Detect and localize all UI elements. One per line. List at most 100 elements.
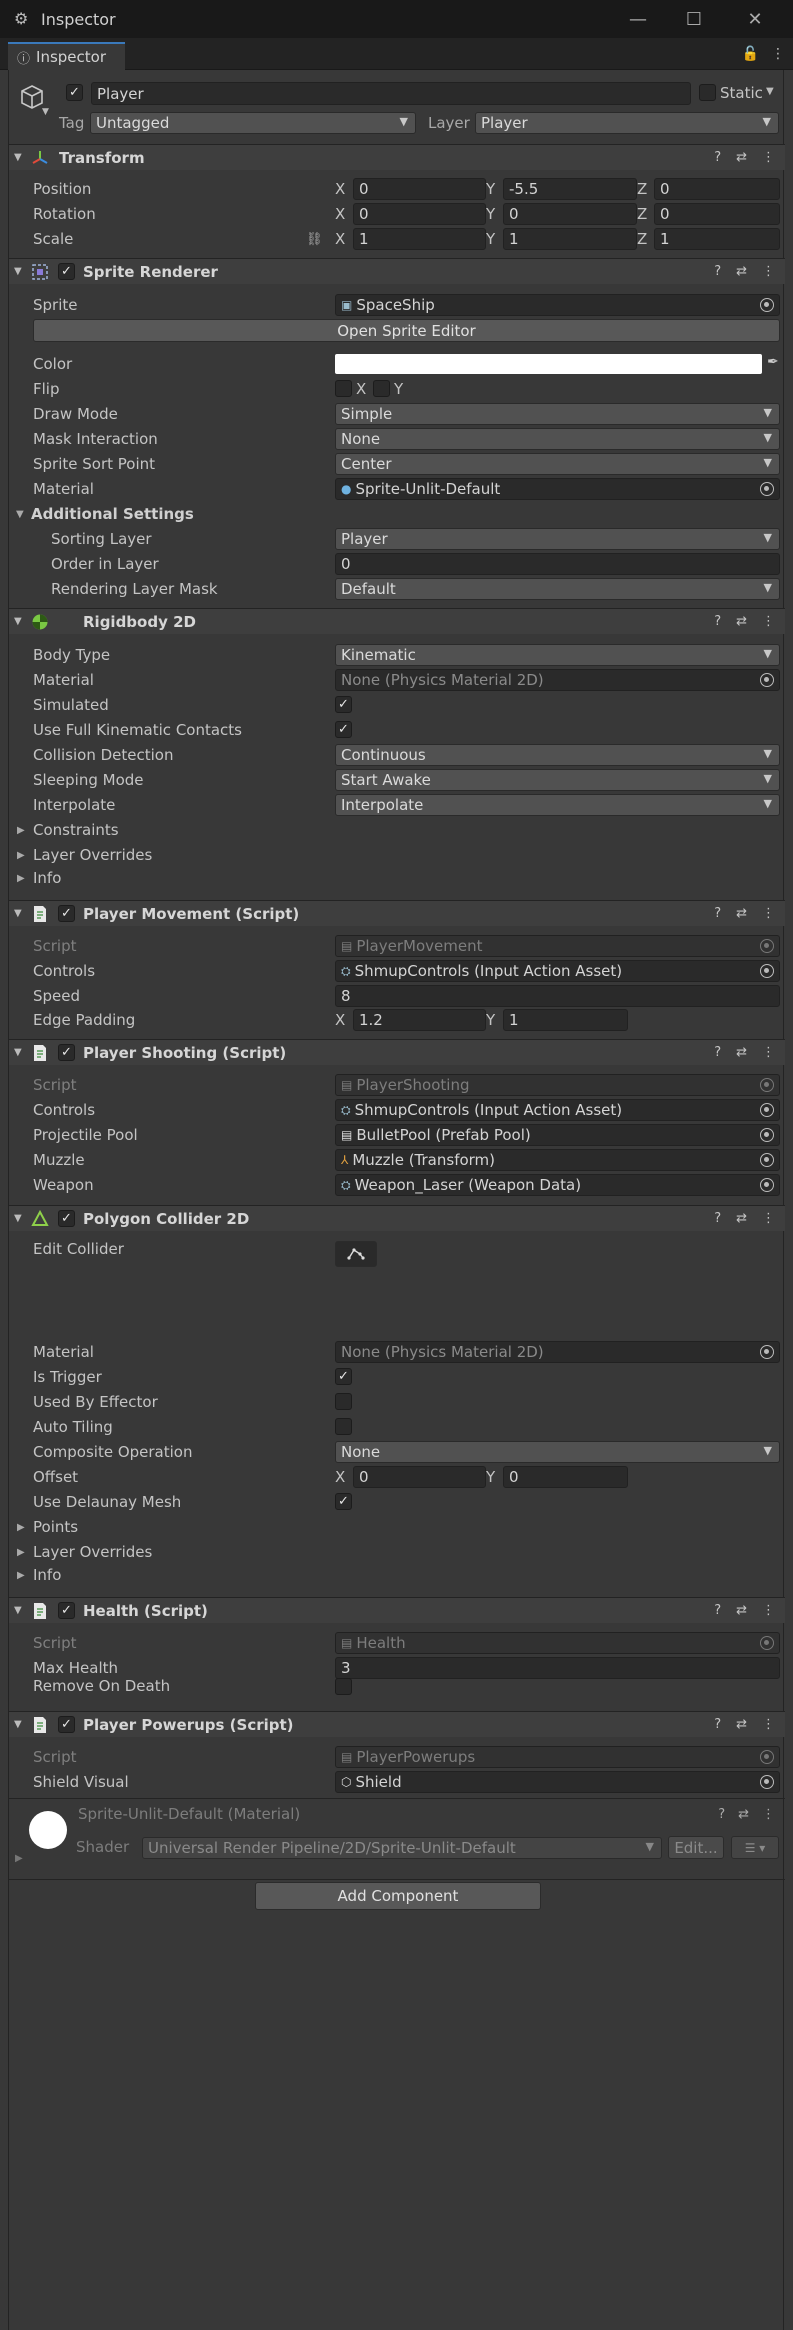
is-trigger-checkbox[interactable]: ✓ bbox=[335, 1368, 352, 1385]
layer-dropdown[interactable]: Player ▼ bbox=[475, 112, 779, 134]
foldout-right-icon[interactable]: ▶ bbox=[17, 825, 25, 836]
presets-icon[interactable]: ⇄ bbox=[738, 1807, 749, 1822]
delaunay-checkbox[interactable]: ✓ bbox=[335, 1493, 352, 1510]
presets-icon[interactable]: ⇄ bbox=[736, 1045, 747, 1060]
foldout-down-icon[interactable]: ▼ bbox=[14, 266, 22, 277]
kebab-menu-icon[interactable]: ⋮ bbox=[762, 150, 775, 165]
help-icon[interactable]: ? bbox=[714, 264, 721, 279]
pc-material-field[interactable]: None (Physics Material 2D) bbox=[335, 1341, 780, 1363]
edge-padding-y-field[interactable]: 1 bbox=[503, 1009, 628, 1031]
close-button[interactable]: ✕ bbox=[727, 0, 783, 38]
minimize-button[interactable]: — bbox=[610, 0, 666, 38]
player-powerups-header[interactable]: ▼ ✓ Player Powerups (Script) ? ⇄ ⋮ bbox=[9, 1711, 785, 1737]
pm-controls-field[interactable]: ⛭ ShmupControls (Input Action Asset) bbox=[335, 960, 780, 982]
axis-z-label[interactable]: Z bbox=[637, 180, 647, 198]
help-icon[interactable]: ? bbox=[714, 1045, 721, 1060]
axis-z-label[interactable]: Z bbox=[637, 230, 647, 248]
gameobject-icon-dropdown[interactable]: ▼ bbox=[42, 107, 49, 117]
axis-y-label[interactable]: Y bbox=[486, 1468, 495, 1486]
collision-detection-dropdown[interactable]: Continuous ▼ bbox=[335, 744, 780, 766]
kebab-menu-icon[interactable]: ⋮ bbox=[762, 1045, 775, 1060]
material-object-field[interactable]: ● Sprite-Unlit-Default bbox=[335, 478, 780, 500]
gameobject-active-checkbox[interactable]: ✓ bbox=[66, 84, 83, 101]
position-x-field[interactable]: 0 bbox=[353, 178, 486, 200]
position-y-field[interactable]: -5.5 bbox=[503, 178, 637, 200]
object-picker-icon[interactable] bbox=[760, 1345, 774, 1359]
object-picker-icon[interactable] bbox=[760, 1128, 774, 1142]
rotation-z-field[interactable]: 0 bbox=[654, 203, 780, 225]
presets-icon[interactable]: ⇄ bbox=[736, 614, 747, 629]
mask-interaction-dropdown[interactable]: None ▼ bbox=[335, 428, 780, 450]
color-swatch[interactable] bbox=[335, 354, 762, 374]
player-powerups-enabled-checkbox[interactable]: ✓ bbox=[58, 1716, 75, 1733]
kebab-menu-icon[interactable]: ⋮ bbox=[762, 906, 775, 921]
foldout-right-icon[interactable]: ▶ bbox=[17, 850, 25, 861]
axis-y-label[interactable]: Y bbox=[486, 180, 495, 198]
constraints-label[interactable]: Constraints bbox=[33, 821, 119, 839]
rb-info-label[interactable]: Info bbox=[33, 869, 61, 887]
foldout-down-icon[interactable]: ▼ bbox=[14, 1719, 22, 1730]
object-picker-icon[interactable] bbox=[760, 298, 774, 312]
ps-script-field[interactable]: ▤ PlayerShooting bbox=[335, 1074, 780, 1096]
rotation-y-field[interactable]: 0 bbox=[503, 203, 637, 225]
foldout-down-icon[interactable]: ▼ bbox=[14, 1213, 22, 1224]
axis-x-label[interactable]: X bbox=[335, 180, 345, 198]
help-icon[interactable]: ? bbox=[714, 614, 721, 629]
object-picker-icon[interactable] bbox=[760, 1636, 774, 1650]
points-row[interactable]: ▶ Points bbox=[9, 1515, 785, 1539]
offset-x-field[interactable]: 0 bbox=[353, 1466, 486, 1488]
scale-z-field[interactable]: 1 bbox=[654, 228, 780, 250]
object-picker-icon[interactable] bbox=[760, 1775, 774, 1789]
presets-icon[interactable]: ⇄ bbox=[736, 1717, 747, 1732]
muzzle-field[interactable]: ⅄ Muzzle (Transform) bbox=[335, 1149, 780, 1171]
help-icon[interactable]: ? bbox=[714, 1717, 721, 1732]
ps-controls-field[interactable]: ⛭ ShmupControls (Input Action Asset) bbox=[335, 1099, 780, 1121]
help-icon[interactable]: ? bbox=[714, 150, 721, 165]
shield-visual-field[interactable]: ⬡ Shield bbox=[335, 1771, 780, 1793]
gameobject-name-field[interactable]: Player bbox=[91, 82, 691, 105]
foldout-down-icon[interactable]: ▼ bbox=[14, 908, 22, 919]
foldout-down-icon[interactable]: ▼ bbox=[14, 616, 22, 627]
position-z-field[interactable]: 0 bbox=[654, 178, 780, 200]
body-type-dropdown[interactable]: Kinematic ▼ bbox=[335, 644, 780, 666]
health-header[interactable]: ▼ ✓ Health (Script) ? ⇄ ⋮ bbox=[9, 1597, 785, 1623]
foldout-right-icon[interactable]: ▶ bbox=[17, 873, 25, 884]
rb-material-field[interactable]: None (Physics Material 2D) bbox=[335, 669, 780, 691]
eyedropper-icon[interactable]: ✒ bbox=[767, 354, 779, 370]
flip-x-checkbox[interactable] bbox=[335, 380, 352, 397]
pp-script-field[interactable]: ▤ PlayerPowerups bbox=[335, 1746, 780, 1768]
polygon-collider-header[interactable]: ▼ ✓ Polygon Collider 2D ? ⇄ ⋮ bbox=[9, 1205, 785, 1231]
axis-y-label[interactable]: Y bbox=[486, 230, 495, 248]
edge-padding-x-field[interactable]: 1.2 bbox=[353, 1009, 486, 1031]
foldout-right-icon[interactable]: ▶ bbox=[17, 1547, 25, 1558]
foldout-right-icon[interactable]: ▶ bbox=[17, 1570, 25, 1581]
pm-script-field[interactable]: ▤ PlayerMovement bbox=[335, 935, 780, 957]
order-in-layer-field[interactable]: 0 bbox=[335, 553, 780, 575]
simulated-checkbox[interactable]: ✓ bbox=[335, 696, 352, 713]
axis-y-label[interactable]: Y bbox=[486, 1011, 495, 1029]
sleeping-mode-dropdown[interactable]: Start Awake ▼ bbox=[335, 769, 780, 791]
sprite-object-field[interactable]: ▣ SpaceShip bbox=[335, 294, 780, 316]
sorting-layer-dropdown[interactable]: Player ▼ bbox=[335, 528, 780, 550]
kebab-menu-icon[interactable]: ⋮ bbox=[762, 1211, 775, 1226]
sort-point-dropdown[interactable]: Center ▼ bbox=[335, 453, 780, 475]
kebab-menu-icon[interactable]: ⋮ bbox=[762, 614, 775, 629]
object-picker-icon[interactable] bbox=[760, 1750, 774, 1764]
presets-icon[interactable]: ⇄ bbox=[736, 150, 747, 165]
static-checkbox[interactable] bbox=[699, 84, 716, 101]
axis-z-label[interactable]: Z bbox=[637, 205, 647, 223]
health-enabled-checkbox[interactable]: ✓ bbox=[58, 1602, 75, 1619]
projectile-pool-field[interactable]: ▤ BulletPool (Prefab Pool) bbox=[335, 1124, 780, 1146]
kebab-menu-icon[interactable]: ⋮ bbox=[762, 1807, 775, 1822]
object-picker-icon[interactable] bbox=[760, 964, 774, 978]
axis-x-label[interactable]: X bbox=[335, 1011, 345, 1029]
open-sprite-editor-button[interactable]: Open Sprite Editor bbox=[33, 319, 780, 342]
pc-layer-overrides-label[interactable]: Layer Overrides bbox=[33, 1543, 152, 1561]
weapon-field[interactable]: ⛭ Weapon_Laser (Weapon Data) bbox=[335, 1174, 780, 1196]
help-icon[interactable]: ? bbox=[718, 1807, 725, 1822]
pc-info-label[interactable]: Info bbox=[33, 1566, 61, 1584]
presets-icon[interactable]: ⇄ bbox=[736, 1211, 747, 1226]
foldout-right-icon[interactable]: ▶ bbox=[17, 1522, 25, 1533]
kebab-menu-icon[interactable]: ⋮ bbox=[762, 264, 775, 279]
axis-y-label[interactable]: Y bbox=[486, 205, 495, 223]
